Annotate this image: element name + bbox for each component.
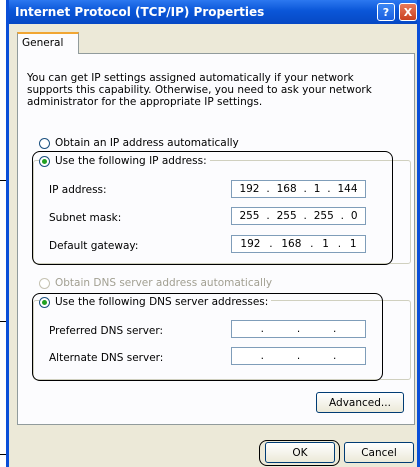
ip-manual-label: Use the following IP address: — [55, 155, 207, 167]
dns-auto-radio[interactable] — [39, 277, 50, 289]
subnet-mask-label: Subnet mask: — [49, 212, 122, 224]
octet: 1 — [322, 238, 329, 250]
octet: 144 — [337, 183, 358, 195]
close-icon: X — [403, 5, 413, 19]
tab-general-label: General — [22, 37, 64, 49]
ip-address-label: IP address: — [49, 184, 107, 196]
title-bar[interactable]: Internet Protocol (TCP/IP) Properties ? … — [9, 0, 417, 24]
ok-button[interactable]: OK — [265, 442, 335, 463]
ip-address-input[interactable]: 192. 168. 1. 144 — [231, 180, 366, 198]
dns-manual-option[interactable]: Use the following DNS server addresses: — [39, 296, 272, 308]
octet: 192 — [240, 238, 261, 250]
preferred-dns-input[interactable]: . . . — [231, 320, 366, 338]
advanced-button[interactable]: Advanced... — [316, 392, 404, 413]
octet: 255 — [239, 210, 260, 222]
preferred-dns-label: Preferred DNS server: — [49, 325, 164, 337]
ip-manual-radio[interactable] — [39, 155, 50, 167]
cancel-button[interactable]: Cancel — [344, 442, 414, 463]
octet: 255 — [276, 210, 297, 222]
ip-auto-radio[interactable] — [39, 137, 50, 149]
octet: 192 — [239, 183, 260, 195]
help-button[interactable]: ? — [377, 3, 395, 21]
dns-manual-radio[interactable] — [39, 296, 50, 308]
dns-manual-label: Use the following DNS server addresses: — [55, 296, 269, 308]
help-icon: ? — [382, 5, 390, 19]
default-gateway-label: Default gateway: — [49, 240, 139, 252]
octet: 1 — [349, 238, 357, 250]
octet: 168 — [281, 238, 302, 250]
description-text: You can get IP settings assigned automat… — [27, 72, 372, 108]
tab-general[interactable]: General — [17, 32, 79, 54]
ok-button-label: OK — [292, 446, 308, 459]
ip-manual-option[interactable]: Use the following IP address: — [39, 155, 210, 167]
octet: 255 — [313, 210, 334, 222]
alternate-dns-label: Alternate DNS server: — [49, 352, 164, 364]
octet: 168 — [276, 183, 297, 195]
alternate-dns-input[interactable]: . . . — [231, 347, 366, 365]
advanced-button-label: Advanced... — [329, 396, 391, 409]
subnet-mask-input[interactable]: 255. 255. 255. 0 — [231, 207, 366, 225]
default-gateway-input[interactable]: 192. 168. 1. 1 — [231, 235, 366, 253]
octet: 1 — [313, 183, 321, 195]
octet: 0 — [350, 210, 358, 222]
window-title: Internet Protocol (TCP/IP) Properties — [15, 5, 265, 19]
close-button[interactable]: X — [399, 3, 417, 21]
dns-auto-label: Obtain DNS server address automatically — [55, 277, 273, 289]
dialog-window: Internet Protocol (TCP/IP) Properties ? … — [6, 0, 420, 467]
ip-auto-label: Obtain an IP address automatically — [55, 137, 239, 149]
ip-auto-option[interactable]: Obtain an IP address automatically — [39, 137, 239, 149]
cancel-button-label: Cancel — [361, 446, 397, 459]
dns-auto-option[interactable]: Obtain DNS server address automatically — [39, 277, 272, 289]
